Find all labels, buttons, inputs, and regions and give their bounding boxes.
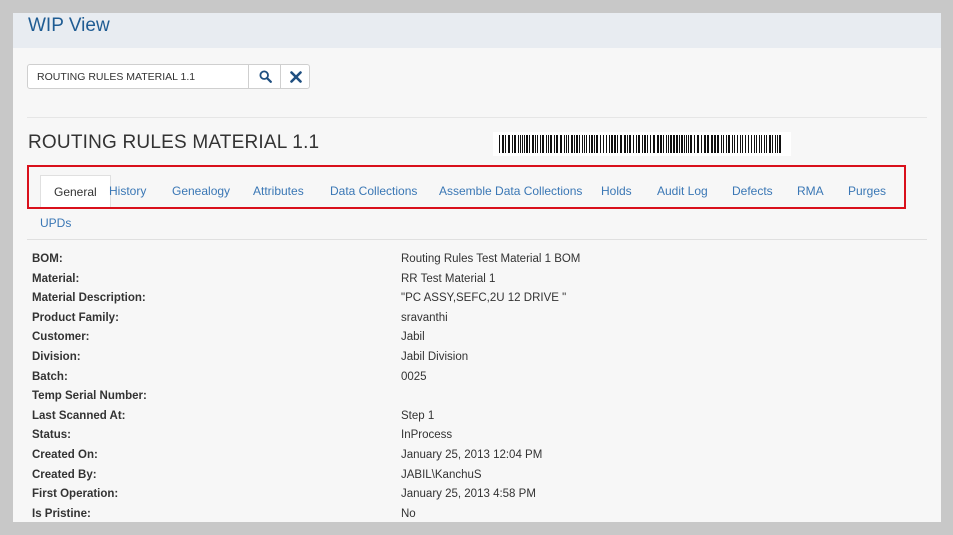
detail-label: Temp Serial Number: (32, 390, 147, 403)
tab-defects[interactable]: Defects (732, 175, 773, 208)
tab-holds[interactable]: Holds (601, 175, 632, 208)
detail-row-material: Material: RR Test Material 1 (32, 270, 912, 290)
divider (27, 239, 927, 240)
detail-label: Product Family: (32, 311, 119, 324)
tab-assemble-data-collections[interactable]: Assemble Data Collections (439, 175, 582, 208)
tab-upds[interactable]: UPDs (40, 216, 71, 230)
tab-audit-log[interactable]: Audit Log (657, 175, 708, 208)
detail-label: Status: (32, 429, 71, 442)
detail-row-customer: Customer: Jabil (32, 328, 912, 348)
detail-label: Created On: (32, 448, 98, 461)
detail-label: Is Pristine: (32, 507, 91, 520)
detail-row-batch: Batch: 0025 (32, 368, 912, 388)
title-bar: WIP View (13, 13, 941, 48)
tab-general[interactable]: General (40, 175, 111, 209)
search-button[interactable] (250, 65, 281, 88)
detail-row-material-description: Material Description: "PC ASSY,SEFC,2U 1… (32, 289, 912, 309)
divider (27, 117, 927, 118)
search-input[interactable] (28, 65, 249, 88)
detail-label: First Operation: (32, 488, 119, 501)
detail-label: Customer: (32, 331, 90, 344)
detail-label: Division: (32, 350, 81, 363)
detail-row-bom: BOM: Routing Rules Test Material 1 BOM (32, 250, 912, 270)
detail-row-created-by: Created By: JABIL\KanchuS (32, 466, 912, 486)
detail-value: Jabil Division (401, 350, 469, 363)
page-title: WIP View (28, 15, 110, 36)
close-icon (290, 70, 302, 83)
material-title: ROUTING RULES MATERIAL 1.1 (28, 132, 320, 153)
detail-label: Created By: (32, 468, 97, 481)
tab-bar: General History Genealogy Attributes Dat… (27, 174, 927, 214)
barcode-image (493, 132, 791, 156)
tab-purges[interactable]: Purges (848, 175, 886, 208)
detail-row-first-operation: First Operation: January 25, 2013 4:58 P… (32, 485, 912, 505)
detail-row-temp-serial-number: Temp Serial Number: (32, 387, 912, 407)
detail-value: 0025 (401, 370, 427, 383)
detail-row-status: Status: InProcess (32, 426, 912, 446)
detail-row-product-family: Product Family: sravanthi (32, 309, 912, 329)
detail-value: No (401, 507, 416, 520)
detail-row-created-on: Created On: January 25, 2013 12:04 PM (32, 446, 912, 466)
search-icon (258, 70, 272, 83)
tab-rma[interactable]: RMA (797, 175, 824, 208)
search-box (27, 64, 310, 89)
detail-value: January 25, 2013 4:58 PM (401, 488, 536, 501)
detail-value: sravanthi (401, 311, 448, 324)
detail-label: Material: (32, 272, 80, 285)
detail-value: Jabil (401, 331, 425, 344)
detail-label: BOM: (32, 253, 63, 265)
detail-row-last-scanned-at: Last Scanned At: Step 1 (32, 407, 912, 427)
detail-value: JABIL\KanchuS (401, 468, 482, 481)
detail-value: January 25, 2013 12:04 PM (401, 448, 543, 461)
detail-value: InProcess (401, 429, 453, 442)
detail-value: RR Test Material 1 (401, 272, 496, 285)
general-details: BOM: Routing Rules Test Material 1 BOM M… (32, 250, 912, 522)
tab-genealogy[interactable]: Genealogy (172, 175, 230, 208)
tab-attributes[interactable]: Attributes (253, 175, 304, 208)
tab-data-collections[interactable]: Data Collections (330, 175, 417, 208)
tab-history[interactable]: History (109, 175, 146, 208)
detail-label: Batch: (32, 370, 68, 383)
clear-button[interactable] (281, 65, 311, 88)
detail-row-division: Division: Jabil Division (32, 348, 912, 368)
detail-value: "PC ASSY,SEFC,2U 12 DRIVE " (401, 292, 567, 305)
detail-value: Routing Rules Test Material 1 BOM (401, 253, 581, 265)
detail-label: Material Description: (32, 292, 146, 305)
detail-label: Last Scanned At: (32, 409, 126, 422)
detail-row-is-pristine: Is Pristine: No (32, 505, 912, 522)
detail-value: Step 1 (401, 409, 435, 422)
wip-view-window: WIP View ROUTING RULES MATERIAL 1.1 Gene… (13, 13, 941, 522)
